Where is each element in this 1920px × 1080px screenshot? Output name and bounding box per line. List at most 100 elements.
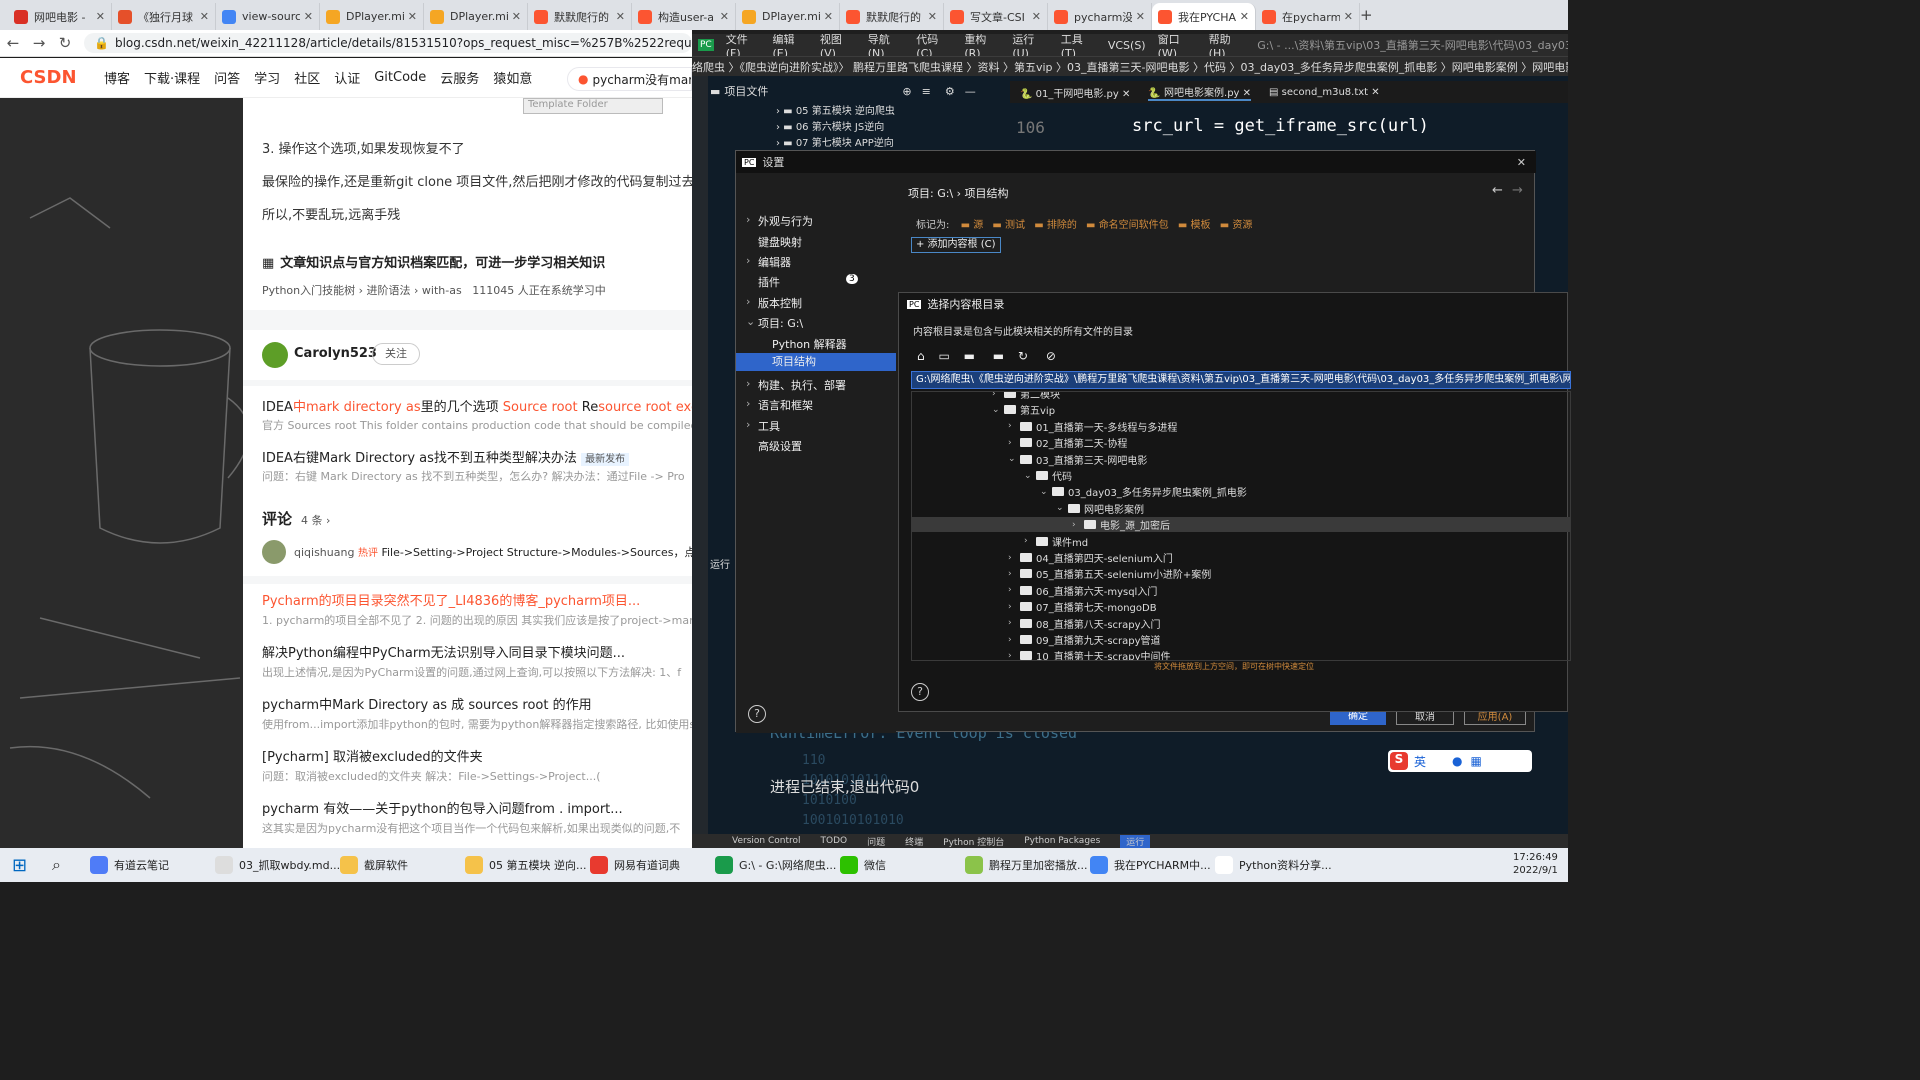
tool-terminal[interactable]: 终端 bbox=[905, 835, 923, 848]
settings-nav-project[interactable]: ⌄ 项目: G:\ bbox=[746, 315, 803, 331]
tool-python-console[interactable]: Python 控制台 bbox=[943, 835, 1004, 848]
related-title-2[interactable]: IDEA右键Mark Directory as找不到五种类型解决办法 最新发布 bbox=[262, 447, 630, 466]
tree-folder[interactable]: › 06_直播第六天-mysql入门 bbox=[1008, 583, 1157, 598]
run-label[interactable]: 运行 bbox=[710, 556, 730, 571]
browser-tab[interactable]: 《独行月球 ✕ bbox=[112, 3, 216, 30]
ime-mode[interactable]: 英 bbox=[1414, 753, 1426, 770]
editor-tab-1[interactable]: 🐍 01_干网吧电影.py ✕ bbox=[1020, 85, 1130, 100]
home-icon[interactable]: ⌂ bbox=[917, 349, 925, 363]
expand-arrow-icon[interactable]: › bbox=[1008, 585, 1020, 595]
close-tab-icon[interactable]: ✕ bbox=[720, 10, 729, 23]
browser-tab[interactable]: 默默爬行的 ✕ bbox=[528, 3, 632, 30]
nav-community[interactable]: 社区 bbox=[294, 68, 320, 87]
tool-python-packages[interactable]: Python Packages bbox=[1024, 836, 1100, 846]
commenter-avatar[interactable] bbox=[262, 540, 286, 564]
avatar[interactable] bbox=[262, 342, 288, 368]
settings-nav-tools[interactable]: › 工具 bbox=[746, 418, 780, 434]
settings-nav-interpreter[interactable]: Python 解释器 bbox=[772, 336, 847, 352]
editor-tab-2[interactable]: 🐍 网吧电影案例.py ✕ bbox=[1148, 84, 1252, 101]
browser-tab[interactable]: view-sourc ✕ bbox=[216, 3, 320, 30]
taskbar-app[interactable]: 网易有道词典 bbox=[590, 851, 680, 879]
nav-gitcode[interactable]: GitCode bbox=[374, 70, 426, 85]
desktop-icon[interactable]: ▭ bbox=[938, 349, 949, 363]
tree-folder[interactable]: › 02_直播第二天-协程 bbox=[1008, 435, 1127, 451]
browser-tab[interactable]: 写文章-CSI ✕ bbox=[944, 3, 1048, 30]
taskbar-app[interactable]: 03_抓取wbdy.md... bbox=[215, 851, 340, 879]
project-label[interactable]: 项目文件 bbox=[724, 83, 768, 99]
browser-tab[interactable]: 网吧电影 - ✕ bbox=[8, 3, 112, 30]
browser-tab[interactable]: 在pycharm ✕ bbox=[1256, 3, 1360, 30]
gear-icon[interactable]: ⚙ bbox=[945, 85, 955, 98]
help-icon[interactable]: ? bbox=[911, 683, 929, 701]
breadcrumb-text[interactable]: 络爬虫 〉《爬虫逆向进阶实战》〉 鹏程万里路飞爬虫课程 〉资料 〉第五vip 〉… bbox=[692, 59, 1568, 75]
tool-problems[interactable]: 问题 bbox=[867, 835, 885, 848]
nav-yuanruyi[interactable]: 猿如意 bbox=[493, 68, 532, 87]
expand-arrow-icon[interactable]: › bbox=[1008, 553, 1020, 563]
keyboard-icon[interactable]: ▦ bbox=[1471, 754, 1482, 768]
project-item[interactable]: › ▬ 06 第六模块 JS逆向 bbox=[776, 120, 895, 136]
expand-arrow-icon[interactable]: › bbox=[1072, 520, 1084, 530]
tree-folder[interactable]: › 电影_源_加密后 bbox=[912, 517, 1570, 533]
tree-folder[interactable]: › 07_直播第七天-mongoDB bbox=[1008, 599, 1157, 615]
expand-arrow-icon[interactable]: ⌄ bbox=[992, 405, 1004, 415]
forward-arrow-icon[interactable]: → bbox=[1512, 183, 1523, 198]
windows-start-icon[interactable]: ⊞ bbox=[12, 855, 27, 876]
expand-arrow-icon[interactable]: ⌄ bbox=[1024, 471, 1036, 481]
nav-learn[interactable]: 学习 bbox=[254, 68, 280, 87]
mark-sources[interactable]: ▬ 源 bbox=[961, 220, 984, 231]
follow-button[interactable]: 关注 bbox=[372, 343, 420, 365]
nav-cert[interactable]: 认证 bbox=[334, 68, 360, 87]
reload-icon[interactable]: ↻ bbox=[52, 34, 78, 52]
close-tab-icon[interactable]: ✕ bbox=[824, 10, 833, 23]
tree-folder[interactable]: › 10_直播第十天-scrapy中间件 bbox=[1008, 648, 1171, 660]
tree-folder[interactable]: › 04_直播第四天-selenium入门 bbox=[1008, 550, 1173, 566]
taskbar-app[interactable]: 有道云笔记 bbox=[90, 851, 169, 879]
close-tab-icon[interactable]: ✕ bbox=[200, 10, 209, 23]
link-icon[interactable]: ⊘ bbox=[1046, 349, 1056, 363]
mark-tests[interactable]: ▬ 测试 bbox=[992, 220, 1025, 231]
close-tab-icon[interactable]: ✕ bbox=[1344, 10, 1353, 23]
close-tab-icon[interactable]: ✕ bbox=[616, 10, 625, 23]
related-title-1[interactable]: IDEA中mark directory as里的几个选项 Source root… bbox=[262, 396, 692, 415]
tree-folder[interactable]: › 01_直播第一天-多线程与多进程 bbox=[1008, 419, 1177, 434]
close-tab-icon[interactable]: ✕ bbox=[304, 10, 313, 23]
settings-nav-project-structure[interactable]: 项目结构 bbox=[736, 353, 896, 371]
browser-tab[interactable]: DPlayer.mi ✕ bbox=[320, 3, 424, 30]
tree-folder[interactable]: › 08_直播第八天-scrapy入门 bbox=[1008, 616, 1161, 631]
search-icon[interactable]: ⌕ bbox=[52, 855, 61, 875]
new-folder-icon[interactable]: ▬ bbox=[993, 349, 1004, 363]
csdn-logo[interactable]: CSDN bbox=[20, 67, 90, 88]
nav-blog[interactable]: 博客 bbox=[104, 68, 130, 87]
path-input[interactable]: G:\网络爬虫\《爬虫逆向进阶实战》\鹏程万里路飞爬虫课程\资料\第五vip\0… bbox=[911, 371, 1571, 389]
browser-tab[interactable]: 构造user-a ✕ bbox=[632, 3, 736, 30]
settings-nav-vcs[interactable]: › 版本控制 bbox=[746, 295, 802, 311]
taskbar-app[interactable]: 微信 bbox=[840, 851, 886, 879]
clock[interactable]: 17:26:49 2022/9/1 bbox=[1513, 851, 1558, 877]
close-icon[interactable]: ✕ bbox=[1517, 156, 1526, 169]
more-title-4[interactable]: [Pycharm] 取消被excluded的文件夹 bbox=[262, 746, 483, 765]
project-folder-icon[interactable]: ▬ bbox=[964, 349, 975, 363]
tree-folder[interactable]: › 第二模块 bbox=[992, 392, 1060, 401]
more-title-5[interactable]: pycharm 有效——关于python的包导入问题from . import.… bbox=[262, 798, 623, 817]
browser-tab[interactable]: pycharm没 ✕ bbox=[1048, 3, 1152, 30]
tool-todo[interactable]: TODO bbox=[821, 836, 848, 846]
settings-nav-build[interactable]: › 构建、执行、部署 bbox=[746, 377, 846, 393]
close-tab-icon[interactable]: ✕ bbox=[96, 10, 105, 23]
taskbar-app[interactable]: 05 第五模块 逆向... bbox=[465, 851, 586, 879]
minimize-icon[interactable]: — bbox=[965, 85, 976, 98]
close-tab-icon[interactable]: ✕ bbox=[408, 10, 417, 23]
mic-icon[interactable]: ● bbox=[1452, 754, 1462, 768]
author-name[interactable]: Carolyn523 bbox=[294, 346, 377, 361]
close-tab-icon[interactable]: ✕ bbox=[1240, 10, 1249, 23]
kb-path[interactable]: Python入门技能树 › 进阶语法 › with-as 111045 人正在系… bbox=[262, 282, 606, 298]
back-icon[interactable]: ← bbox=[0, 34, 26, 52]
tree-folder[interactable]: ⌄ 第五vip bbox=[992, 402, 1055, 418]
browser-tab[interactable]: 默默爬行的 ✕ bbox=[840, 3, 944, 30]
close-tab-icon[interactable]: ✕ bbox=[928, 10, 937, 23]
help-icon[interactable]: ? bbox=[748, 705, 766, 723]
expand-arrow-icon[interactable]: ⌄ bbox=[1008, 454, 1020, 464]
nav-cloud[interactable]: 云服务 bbox=[440, 68, 479, 87]
browser-tab[interactable]: DPlayer.mi ✕ bbox=[424, 3, 528, 30]
close-tab-icon[interactable]: ✕ bbox=[512, 10, 521, 23]
mark-excluded[interactable]: ▬ 排除的 bbox=[1034, 220, 1077, 231]
